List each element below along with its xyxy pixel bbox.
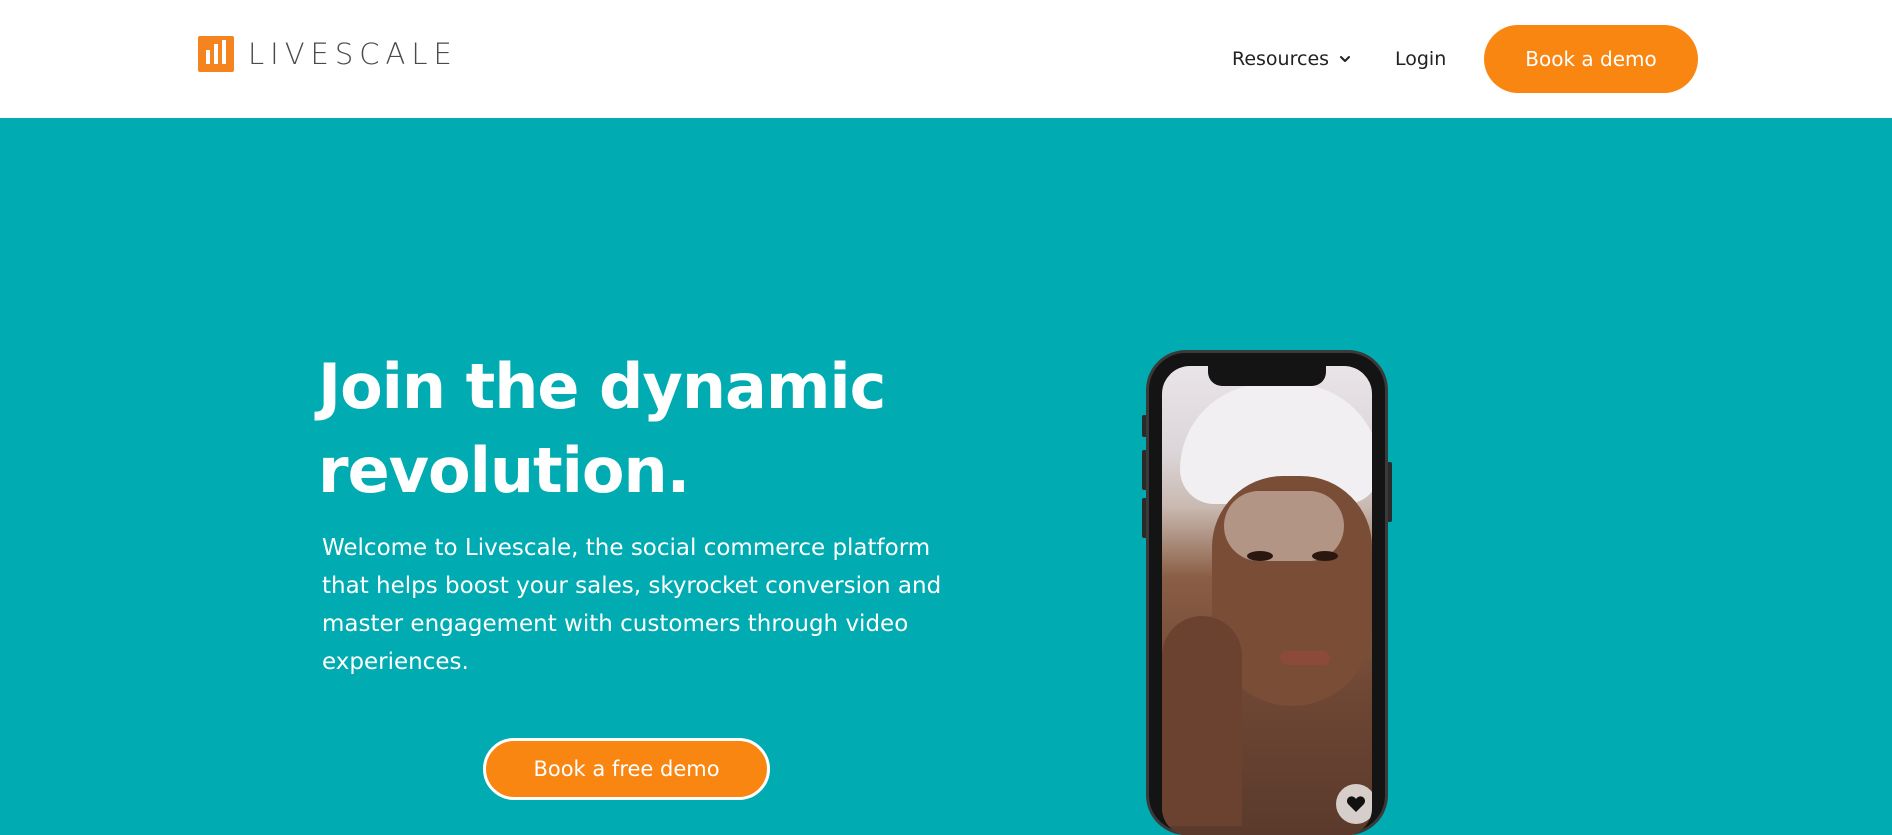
book-demo-button[interactable]: Book a demo [1484,25,1698,93]
nav-resources-dropdown[interactable]: Resources [1232,0,1351,118]
logo-wordmark: LIVESCALE [248,37,458,71]
phone-mockup [1142,350,1392,835]
hero-subtitle-line-4: experiences. [322,649,469,675]
phone-video-screen[interactable] [1162,366,1372,835]
hero-subtitle-line-2: that helps boost your sales, skyrocket c… [322,573,942,599]
hero-title-line-1: Join the dynamic [318,350,886,423]
hero-subtitle: Welcome to Livescale, the social commerc… [322,529,942,681]
like-button[interactable] [1336,784,1372,824]
hero-subtitle-line-3: master engagement with customers through… [322,611,909,637]
chevron-down-icon [1340,56,1351,62]
hero-title-line-2: revolution. [318,434,690,507]
book-free-demo-button[interactable]: Book a free demo [483,738,770,800]
livescale-logo[interactable]: LIVESCALE [198,36,458,72]
nav-login-link[interactable]: Login [1395,0,1446,118]
video-hand [1162,616,1242,826]
site-header: LIVESCALE Resources Login Book a demo [0,0,1892,118]
nav-resources-label: Resources [1232,48,1330,70]
video-right-eye [1312,551,1338,561]
livescale-logo-icon [198,36,234,72]
video-left-eye [1247,551,1273,561]
phone-notch [1208,362,1326,386]
heart-icon [1346,796,1366,812]
hero-subtitle-line-1: Welcome to Livescale, the social commerc… [322,535,931,561]
hero-title: Join the dynamic revolution. [318,345,938,513]
video-lips [1280,651,1330,665]
